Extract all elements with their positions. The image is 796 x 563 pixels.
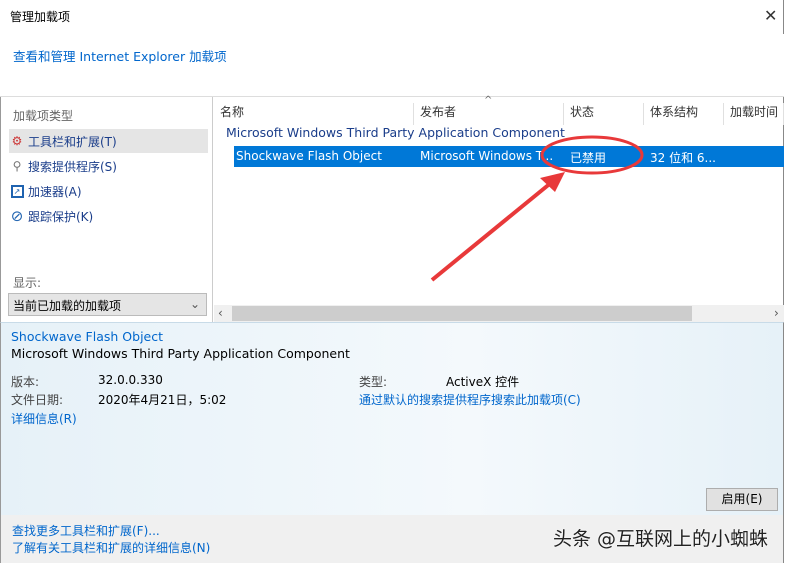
- type-value: ActiveX 控件: [446, 375, 520, 389]
- version-label: 版本:: [11, 375, 40, 389]
- version-value: 32.0.0.330: [98, 373, 163, 387]
- search-addon-link[interactable]: 通过默认的搜索提供程序搜索此加载项(C): [359, 391, 581, 408]
- find-more-link[interactable]: 查找更多工具栏和扩展(F)...: [12, 522, 160, 539]
- more-info-link[interactable]: 详细信息(R): [11, 410, 77, 427]
- date-label: 文件日期:: [11, 393, 64, 407]
- date-value: 2020年4月21日，5:02: [98, 393, 227, 407]
- annotation-ellipse: [540, 135, 644, 175]
- watermark: 头条 @互联网上的小蜘蛛: [553, 528, 769, 550]
- detail-name: Shockwave Flash Object: [11, 329, 164, 344]
- annotation-arrow: [430, 180, 554, 282]
- details-panel: Shockwave Flash Object Microsoft Windows…: [0, 322, 784, 515]
- detail-publisher: Microsoft Windows Third Party Applicatio…: [11, 346, 350, 361]
- enable-button[interactable]: 启用(E): [706, 488, 778, 511]
- type-label: 类型:: [359, 375, 388, 389]
- learn-more-link[interactable]: 了解有关工具栏和扩展的详细信息(N): [12, 539, 210, 556]
